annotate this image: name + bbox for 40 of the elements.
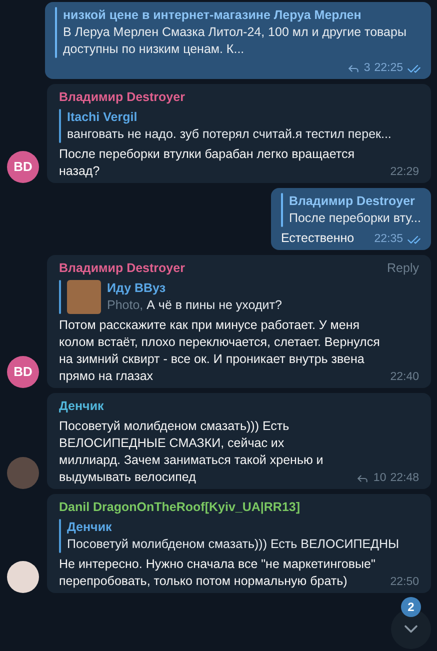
message-time: 22:35 xyxy=(374,232,403,247)
reply-quote[interactable]: Itachi Vergil ванговать не надо. зуб потерял считай.я тестил перек... xyxy=(67,109,392,143)
scroll-down-button[interactable] xyxy=(391,609,431,649)
reply-quote[interactable]: Владимир Destroyer После переборки вту... xyxy=(288,193,421,227)
message-time: 22:40 xyxy=(390,370,419,385)
message-time: 22:48 xyxy=(390,471,419,486)
reply-arrow-icon xyxy=(356,472,370,485)
reply-link[interactable]: Reply xyxy=(387,260,419,277)
message-time: 22:50 xyxy=(390,575,419,590)
quote-author: Владимир Destroyer xyxy=(288,193,416,210)
message-text: Естественно xyxy=(280,230,354,247)
reply-quote[interactable]: Иду ВВуз Photo, А чё в пины не уходит? xyxy=(107,280,282,314)
quote-text: В Леруа Мерлен Смазка Литол-24, 100 мл и другие товары доступны по низким ценам. К... xyxy=(63,24,408,58)
message-text: Посоветуй молибденом смазать))) Есть ВЕЛОСИПЕДНЫЕ СМАЗКИ, сейчас их миллиард. Зачем заниматься такой хренью и выдумывать велосипед xyxy=(59,418,324,486)
quote-text: Photo, А чё в пины не уходит? xyxy=(107,297,282,314)
reply-count[interactable]: 10 xyxy=(373,471,386,486)
quote-author: Иду ВВуз xyxy=(107,280,167,297)
sender-name[interactable]: Danil DragonOnTheRoof[Kyiv_UA|RR13] xyxy=(59,499,300,516)
avatar[interactable]: BD xyxy=(7,151,39,183)
quote-text: ванговать не надо. зуб потерял считай.я тестил перек... xyxy=(67,126,392,143)
sender-name[interactable]: Владимир Destroyer xyxy=(59,260,185,277)
quote-author: Itachi Vergil xyxy=(67,109,138,126)
avatar[interactable]: BD xyxy=(7,356,39,388)
message-text: Не интересно. Нужно сначала все "не маркетинговые" перепробовать, только потом нормальную брать) xyxy=(59,556,376,590)
unread-badge: 2 xyxy=(401,597,421,617)
quote-bar xyxy=(280,193,283,227)
reply-quote[interactable]: Денчик Посоветуй молибденом смазать))) Есть ВЕЛОСИПЕДНЫ xyxy=(67,519,400,553)
message-time: 22:25 xyxy=(374,61,403,76)
quote-author: Денчик xyxy=(67,519,113,536)
quote-author: низкой цене в интернет-магазине Леруа Мерлен xyxy=(63,7,362,24)
reply-arrow-icon xyxy=(346,62,360,75)
quote-text: Посоветуй молибденом смазать))) Есть ВЕЛОСИПЕДНЫ xyxy=(67,536,400,553)
quote-text: После переборки вту... xyxy=(288,210,421,227)
avatar-picture-placeholder[interactable] xyxy=(7,561,39,593)
message-text: После переборки втулки барабан легко вращается назад? xyxy=(59,146,356,180)
message-time: 22:29 xyxy=(390,165,419,180)
reply-quote[interactable]: низкой цене в интернет-магазине Леруа Мерлен В Леруа Мерлен Смазка Литол-24, 100 мл и другие товары доступны по низким ценам. К... xyxy=(63,7,421,58)
sender-name[interactable]: Владимир Destroyer xyxy=(59,89,185,106)
sender-name[interactable]: Денчик xyxy=(59,398,104,415)
message-text: Потом расскажите как при минусе работает. У меня колом встаёт, плохо переключается, слетает. Вернулся на зимний сквирт - все ок. И проникает внутрь звена прямо на глазах xyxy=(59,317,381,385)
